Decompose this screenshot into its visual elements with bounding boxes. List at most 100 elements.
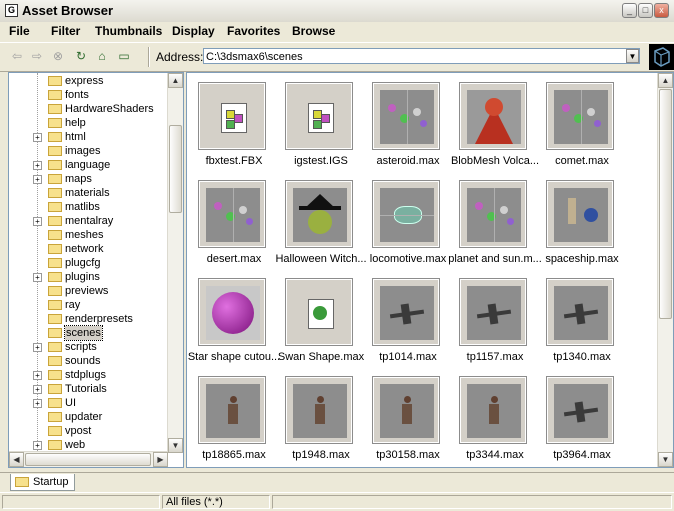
tree-item-materials[interactable]: materials xyxy=(9,186,167,200)
tree-item-plugins[interactable]: + plugins xyxy=(9,270,167,284)
menu-browse[interactable]: Browse xyxy=(292,24,335,38)
thumbnail-label: locomotive.max xyxy=(369,253,447,265)
expand-icon[interactable]: + xyxy=(33,273,42,282)
forward-arrow-icon[interactable]: ⇨ xyxy=(30,49,44,63)
thumbnail-item[interactable]: Star shape cutou... xyxy=(188,271,280,367)
folder-icon xyxy=(48,328,62,338)
tree-item-label: images xyxy=(65,145,101,157)
tree-item-label: stdplugs xyxy=(65,369,106,381)
thumbnail-scroll-down-button[interactable]: ▼ xyxy=(658,452,673,467)
expand-icon[interactable]: + xyxy=(33,385,42,394)
thumbnail-item[interactable]: Swan Shape.max xyxy=(278,271,364,367)
tree-item-fonts[interactable]: fonts xyxy=(9,88,167,102)
folder-icon xyxy=(48,286,62,296)
thumbnail-item[interactable]: tp3344.max xyxy=(452,369,538,465)
thumbnail-scroll-thumb[interactable] xyxy=(659,89,672,319)
expand-icon[interactable]: + xyxy=(33,217,42,226)
tree-scroll-right-button[interactable]: ▶ xyxy=(153,452,168,467)
tree-item-html[interactable]: + html xyxy=(9,130,167,144)
folder-tree[interactable]: express fonts HardwareShaders help + html imag… xyxy=(8,72,184,468)
startup-tab[interactable]: Startup xyxy=(10,474,76,491)
thumbnail-item[interactable]: planet and sun.m... xyxy=(448,173,542,269)
expand-icon[interactable]: + xyxy=(33,133,42,142)
thumbnail-frame xyxy=(546,376,614,444)
thumbnail-preview xyxy=(293,90,347,144)
tree-scroll-down-button[interactable]: ▼ xyxy=(168,438,183,453)
address-dropdown-button[interactable]: ▼ xyxy=(626,49,639,63)
tree-item-sounds[interactable]: sounds xyxy=(9,354,167,368)
folder-icon xyxy=(48,132,62,142)
tree-item-images[interactable]: images xyxy=(9,144,167,158)
tree-item-updater[interactable]: updater xyxy=(9,410,167,424)
thumbnail-vertical-scrollbar[interactable]: ▲ ▼ xyxy=(657,73,673,467)
tree-item-language[interactable]: + language xyxy=(9,158,167,172)
menu-favorites[interactable]: Favorites xyxy=(227,24,280,38)
tree-hscroll-thumb[interactable] xyxy=(25,453,151,466)
menu-thumbnails[interactable]: Thumbnails xyxy=(95,24,162,38)
home-icon[interactable]: ⌂ xyxy=(95,49,109,63)
thumbnail-item[interactable]: tp1340.max xyxy=(539,271,625,367)
address-input[interactable]: C:\3dsmax6\scenes xyxy=(203,48,640,64)
tree-item-stdplugs[interactable]: + stdplugs xyxy=(9,368,167,382)
expand-icon[interactable]: + xyxy=(33,371,42,380)
menu-file[interactable]: File xyxy=(9,24,30,38)
minimize-button[interactable]: _ xyxy=(622,3,637,18)
menu-filter[interactable]: Filter xyxy=(51,24,80,38)
thumbnail-item[interactable]: BlobMesh Volca... xyxy=(451,75,539,171)
back-arrow-icon[interactable]: ⇦ xyxy=(10,49,24,63)
tree-scroll-left-button[interactable]: ◀ xyxy=(9,452,24,467)
thumbnail-item[interactable]: tp1948.max xyxy=(278,369,364,465)
thumbnail-item[interactable]: comet.max xyxy=(539,75,625,171)
tree-item-scripts[interactable]: + scripts xyxy=(9,340,167,354)
file-filter-status: All files (*.*) xyxy=(162,495,270,509)
tree-item-matlibs[interactable]: matlibs xyxy=(9,200,167,214)
tree-item-vpost[interactable]: vpost xyxy=(9,424,167,438)
tree-item-express[interactable]: express xyxy=(9,74,167,88)
folder-icon[interactable]: ▭ xyxy=(117,49,131,63)
thumbnail-label: fbxtest.FBX xyxy=(205,155,263,167)
folder-icon xyxy=(48,230,62,240)
expand-icon[interactable]: + xyxy=(33,175,42,184)
tree-item-network[interactable]: network xyxy=(9,242,167,256)
expand-icon[interactable]: + xyxy=(33,441,42,450)
thumbnail-item[interactable]: spaceship.max xyxy=(539,173,625,269)
tree-horizontal-scrollbar[interactable]: ◀ ▶ xyxy=(9,451,168,467)
tree-item-maps[interactable]: + maps xyxy=(9,172,167,186)
thumbnail-item[interactable]: Halloween Witch... xyxy=(275,173,367,269)
tree-item-ui[interactable]: + UI xyxy=(9,396,167,410)
tree-item-mentalray[interactable]: + mentalray xyxy=(9,214,167,228)
tree-item-tutorials[interactable]: + Tutorials xyxy=(9,382,167,396)
tree-item-meshes[interactable]: meshes xyxy=(9,228,167,242)
max-logo-icon xyxy=(649,44,674,70)
expand-icon[interactable]: + xyxy=(33,399,42,408)
tree-item-renderpresets[interactable]: renderpresets xyxy=(9,312,167,326)
tree-scroll-up-button[interactable]: ▲ xyxy=(168,73,183,88)
tree-vertical-scrollbar[interactable]: ▲ ▼ xyxy=(167,73,183,453)
thumbnail-scroll-up-button[interactable]: ▲ xyxy=(658,73,673,88)
thumbnail-item[interactable]: tp30158.max xyxy=(365,369,451,465)
stop-icon[interactable]: ⊗ xyxy=(51,49,65,63)
tree-item-previews[interactable]: previews xyxy=(9,284,167,298)
thumbnail-item[interactable]: tp1157.max xyxy=(452,271,538,367)
thumbnail-item[interactable]: desert.max xyxy=(191,173,277,269)
tree-item-hardwareshaders[interactable]: HardwareShaders xyxy=(9,102,167,116)
tree-item-help[interactable]: help xyxy=(9,116,167,130)
tree-item-scenes[interactable]: scenes xyxy=(9,325,167,341)
menu-display[interactable]: Display xyxy=(172,24,215,38)
tree-item-plugcfg[interactable]: plugcfg xyxy=(9,256,167,270)
thumbnail-item[interactable]: tp18865.max xyxy=(191,369,277,465)
thumbnail-item[interactable]: fbxtest.FBX xyxy=(191,75,277,171)
tree-item-web[interactable]: + web xyxy=(9,438,167,452)
refresh-icon[interactable]: ↻ xyxy=(74,49,88,63)
thumbnail-item[interactable]: asteroid.max xyxy=(365,75,451,171)
expand-icon[interactable]: + xyxy=(33,343,42,352)
tree-scroll-thumb[interactable] xyxy=(169,125,182,213)
maximize-button[interactable]: □ xyxy=(638,3,653,18)
thumbnail-item[interactable]: locomotive.max xyxy=(365,173,451,269)
close-button[interactable]: x xyxy=(654,3,669,18)
thumbnail-item[interactable]: tp3964.max xyxy=(539,369,625,465)
expand-icon[interactable]: + xyxy=(33,161,42,170)
thumbnail-item[interactable]: igstest.IGS xyxy=(278,75,364,171)
tree-item-ray[interactable]: ray xyxy=(9,298,167,312)
thumbnail-item[interactable]: tp1014.max xyxy=(365,271,451,367)
